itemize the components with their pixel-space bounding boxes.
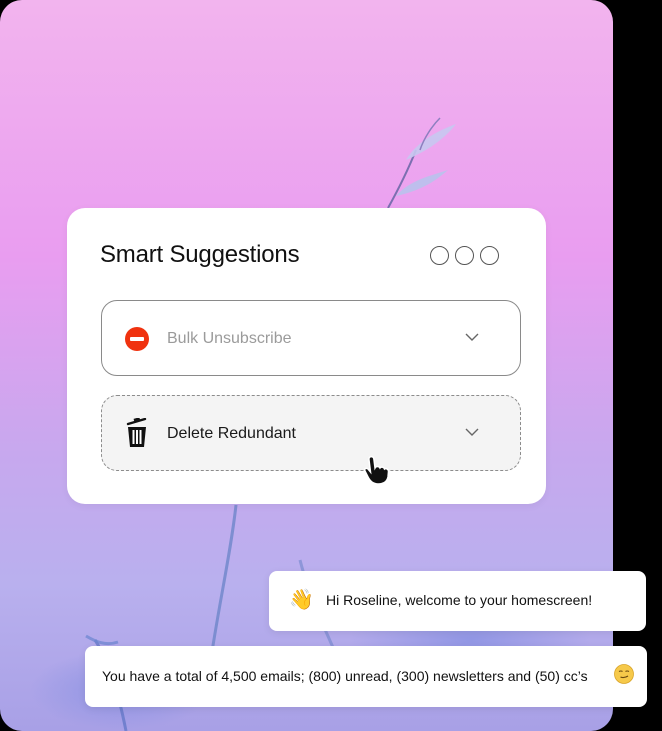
summary-text: You have a total of 4,500 emails; (800) …	[102, 668, 588, 684]
summary-message: You have a total of 4,500 emails; (800) …	[85, 646, 647, 707]
smart-suggestions-card: Smart Suggestions Bulk Unsubscribe Delet…	[67, 208, 546, 504]
greeting-message: 👋 Hi Roseline, welcome to your homescree…	[269, 571, 646, 631]
greeting-text: Hi Roseline, welcome to your homescreen!	[326, 592, 593, 608]
bulk-unsubscribe-option[interactable]: Bulk Unsubscribe	[101, 300, 521, 376]
hand-pointer-cursor-icon	[364, 455, 390, 485]
chevron-down-icon[interactable]	[465, 428, 479, 437]
smirking-face-icon	[614, 664, 634, 684]
waving-hand-icon: 👋	[289, 589, 314, 611]
trash-icon	[126, 418, 147, 447]
delete-redundant-option[interactable]: Delete Redundant	[101, 395, 521, 471]
window-controls	[430, 246, 499, 265]
window-control-circle[interactable]	[480, 246, 499, 265]
window-control-circle[interactable]	[455, 246, 474, 265]
option-label: Delete Redundant	[167, 425, 296, 442]
no-entry-icon	[125, 327, 149, 351]
card-title: Smart Suggestions	[100, 241, 300, 268]
chevron-down-icon[interactable]	[465, 333, 479, 342]
window-control-circle[interactable]	[430, 246, 449, 265]
option-label: Bulk Unsubscribe	[167, 330, 292, 347]
